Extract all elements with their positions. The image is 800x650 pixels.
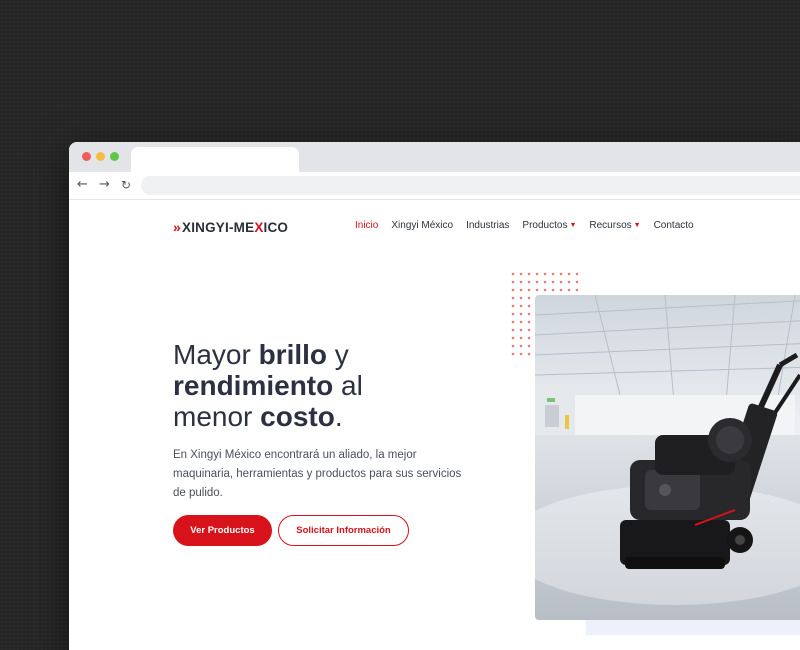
nav-item-xingyi-mexico[interactable]: Xingyi México xyxy=(391,220,453,231)
hero-title-part: al xyxy=(333,370,363,401)
hero-title-bold: costo xyxy=(260,401,335,432)
hero-title-bold: rendimiento xyxy=(173,370,334,401)
minimize-window-icon[interactable] xyxy=(96,152,105,161)
close-window-icon[interactable] xyxy=(82,152,91,161)
warehouse-machine-illustration xyxy=(535,295,800,620)
hero-title-part: menor xyxy=(173,401,261,432)
logo-mark-icon: » xyxy=(173,219,181,235)
nav-label: Recursos xyxy=(589,220,632,231)
hero-title: Mayor brillo y rendimiento al menor cost… xyxy=(173,339,433,432)
hero-title-bold: brillo xyxy=(258,339,328,370)
nav-label: Industrias xyxy=(466,220,510,231)
nav-label: Productos xyxy=(522,220,568,231)
hero-title-part: Mayor xyxy=(173,339,259,370)
nav-item-recursos[interactable]: Recursos ▼ xyxy=(589,220,640,231)
arrow-left-icon[interactable]: ← xyxy=(77,177,88,193)
logo-text-x: X xyxy=(254,219,264,235)
view-products-button[interactable]: Ver Productos xyxy=(173,515,272,546)
nav-label: Contacto xyxy=(653,220,694,231)
hero-title-part: . xyxy=(334,401,343,432)
nav-item-productos[interactable]: Productos ▼ xyxy=(522,220,576,231)
address-bar[interactable] xyxy=(141,176,800,195)
logo-text-prefix: XINGYI-ME xyxy=(182,219,255,235)
hero-description: En Xingyi México encontrará un aliado, l… xyxy=(173,449,462,499)
site-logo[interactable]: » XINGYI-ME X ICO xyxy=(173,219,288,235)
hero-title-part: y xyxy=(327,339,349,370)
request-info-button[interactable]: Solicitar Información xyxy=(278,515,409,546)
chevron-down-icon: ▼ xyxy=(633,222,641,229)
browser-toolbar: ← → ↻ xyxy=(69,172,800,200)
logo-text-suffix: ICO xyxy=(263,219,289,235)
maximize-window-icon[interactable] xyxy=(110,152,119,161)
browser-tab[interactable] xyxy=(131,147,299,172)
arrow-right-icon[interactable]: → xyxy=(99,177,110,193)
nav-item-inicio[interactable]: Inicio xyxy=(355,220,378,231)
web-page: » XINGYI-ME X ICO Inicio Xingyi México Ind… xyxy=(69,200,800,650)
nav-label: Inicio xyxy=(355,220,379,231)
hero-image-floor-polisher xyxy=(535,295,800,620)
reload-icon[interactable]: ↻ xyxy=(121,177,131,193)
browser-window: ← → ↻ » XINGYI-ME X ICO Inicio Xingyi Méxi… xyxy=(69,142,800,650)
nav-item-contacto[interactable]: Contacto xyxy=(654,220,694,231)
main-nav: Inicio Xingyi México Industrias Producto… xyxy=(355,220,707,231)
nav-item-industrias[interactable]: Industrias xyxy=(466,220,509,231)
browser-tab-bar xyxy=(69,142,800,172)
chevron-down-icon: ▼ xyxy=(569,222,577,229)
nav-label: Xingyi México xyxy=(391,220,454,231)
